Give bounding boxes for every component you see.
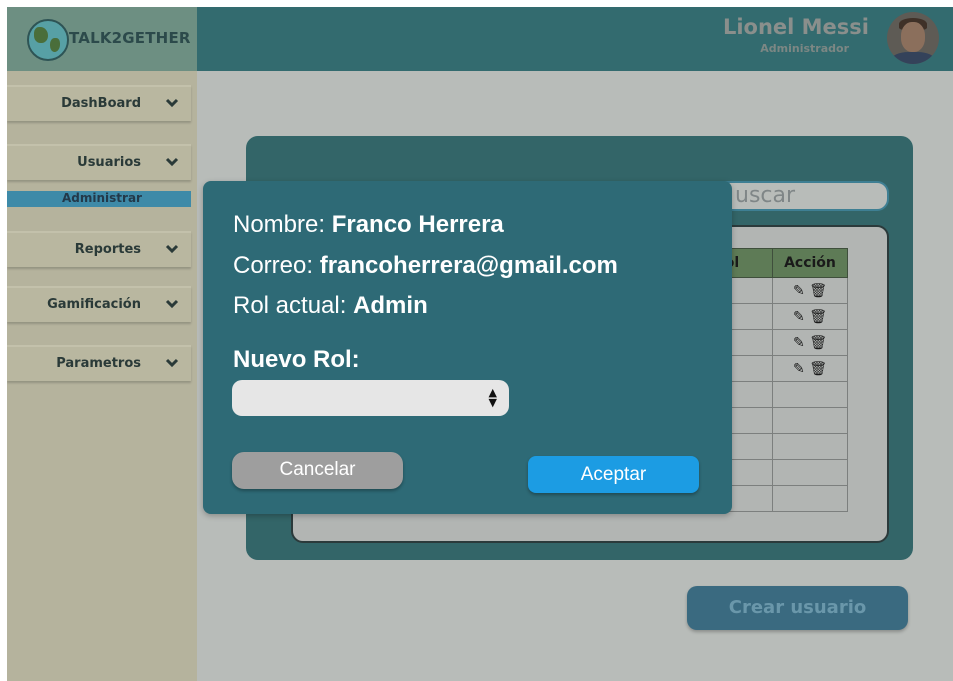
table-cell-actions [772,433,848,460]
email-label: Correo: [233,252,314,279]
chevron-down-icon [165,157,179,167]
edit-icon[interactable]: ✎ [793,309,805,325]
new-role-label: Nuevo Rol: [233,346,360,373]
logo[interactable]: TALK2GETHER [7,7,197,71]
sidebar-item-reportes[interactable]: Reportes [7,231,191,267]
table-cell-actions [772,485,848,512]
chevron-down-icon [165,358,179,368]
sidebar-item-label: Parametros [56,356,141,371]
sidebar-item-label: Reportes [74,242,141,257]
create-user-button[interactable]: Crear usuario [687,586,908,630]
trash-icon[interactable]: 🗑 [809,335,827,351]
table-cell-actions[interactable]: ✎ 🗑 [772,303,848,330]
chevron-down-icon [165,244,179,254]
new-role-select[interactable]: ▲ ▼ [232,380,509,416]
table-cell-actions [772,407,848,434]
email-value: francoherrera@gmail.com [319,252,618,279]
sidebar-item-parametros[interactable]: Parametros [7,345,191,381]
edit-icon[interactable]: ✎ [793,361,805,377]
brand-name: TALK2GETHER [69,29,191,47]
chevron-down-icon [165,299,179,309]
sidebar-subitem-administrar[interactable]: Administrar [7,191,191,207]
edit-icon[interactable]: ✎ [793,283,805,299]
table-cell-actions [772,459,848,486]
user-name: Lionel Messi [722,15,869,39]
sidebar-item-dashboard[interactable]: DashBoard [7,85,191,121]
table-cell-actions[interactable]: ✎ 🗑 [772,355,848,382]
column-header-accion: Acción [772,248,848,278]
table-cell-actions[interactable]: ✎ 🗑 [772,277,848,304]
name-label: Nombre: [233,211,326,238]
role-line: Rol actual: Admin [233,292,428,320]
select-arrows-icon: ▲ ▼ [488,386,497,409]
trash-icon[interactable]: 🗑 [809,283,827,299]
user-role: Administrador [760,42,849,55]
table-cell-actions [772,381,848,408]
change-role-modal: Nombre: Franco Herrera Correo: francoher… [203,181,732,514]
sidebar-subitem-label: Administrar [62,191,142,205]
sidebar-item-label: Gamificación [47,297,141,312]
sidebar-item-label: DashBoard [61,96,141,111]
accept-button[interactable]: Aceptar [528,456,699,493]
sidebar-item-gamificacion[interactable]: Gamificación [7,286,191,322]
avatar[interactable] [887,12,939,64]
edit-icon[interactable]: ✎ [793,335,805,351]
trash-icon[interactable]: 🗑 [809,309,827,325]
top-bar: TALK2GETHER Lionel Messi Administrador [7,7,953,71]
table-cell-actions[interactable]: ✎ 🗑 [772,329,848,356]
app-frame: TALK2GETHER Lionel Messi Administrador D… [7,7,953,681]
name-line: Nombre: Franco Herrera [233,211,504,239]
globe-icon [27,19,69,61]
current-role-value: Admin [353,292,428,319]
sidebar: DashBoard Usuarios Administrar Reportes … [7,71,197,681]
current-role-label: Rol actual: [233,292,347,319]
trash-icon[interactable]: 🗑 [809,361,827,377]
cancel-button[interactable]: Cancelar [232,452,403,489]
name-value: Franco Herrera [331,211,504,238]
chevron-down-icon [165,98,179,108]
email-line: Correo: francoherrera@gmail.com [233,252,618,280]
sidebar-item-usuarios[interactable]: Usuarios [7,144,191,180]
sidebar-item-label: Usuarios [77,155,141,170]
search-placeholder: uscar [735,183,796,208]
